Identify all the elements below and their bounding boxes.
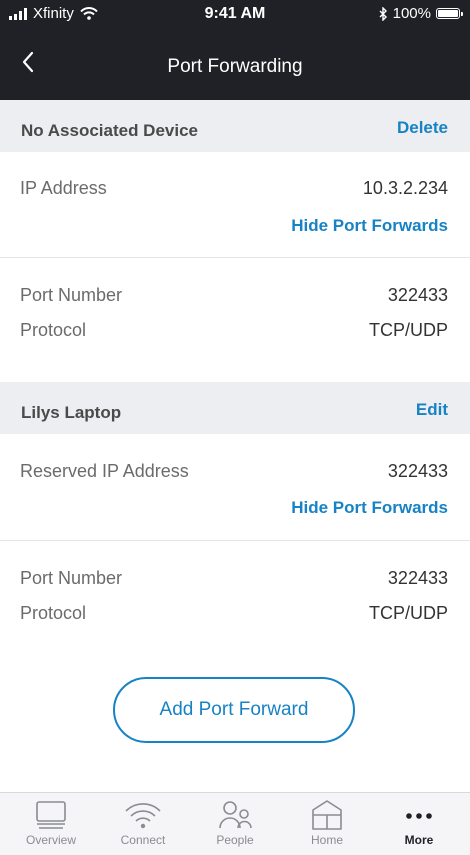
divider [0,257,470,258]
tab-bar: Overview Connect People Home More [0,792,470,855]
people-icon [217,799,253,831]
tab-label: Connect [120,833,166,847]
status-bar: Xfinity 9:41 AM 100% [0,0,470,28]
monitor-icon [34,799,68,831]
device-header: Lilys Laptop Edit [0,382,470,434]
more-icon [404,799,434,831]
reserved-ip-value: 322433 [387,461,448,481]
edit-button[interactable]: Edit [416,400,448,420]
protocol-label: Protocol [20,320,87,340]
battery-icon [436,8,463,19]
divider [0,540,470,541]
battery-group: 100% [379,5,463,22]
tab-label: Home [310,833,343,847]
protocol-label: Protocol [20,603,87,623]
ip-address-label: IP Address [20,178,107,198]
tab-label: More [404,833,434,847]
port-number-value: 322433 [387,568,448,588]
wifi-icon [124,799,162,831]
page-title: Port Forwarding [167,56,303,77]
hide-port-forwards-link[interactable]: Hide Port Forwards [291,216,448,236]
battery-percent: 100% [392,5,431,22]
port-number-label: Port Number [20,568,123,588]
protocol-value: TCP/UDP [368,603,448,623]
device-header: No Associated Device Delete [0,100,470,152]
bluetooth-icon [379,6,387,21]
protocol-value: TCP/UDP [368,320,448,340]
tab-home[interactable]: Home [280,793,374,855]
device-name: No Associated Device [21,121,198,140]
reserved-ip-label: Reserved IP Address [20,461,189,481]
port-number-label: Port Number [20,285,123,305]
tab-overview[interactable]: Overview [4,793,98,855]
hide-port-forwards-link[interactable]: Hide Port Forwards [291,498,448,518]
tab-label: People [216,833,254,847]
port-number-value: 322433 [387,285,448,305]
tab-connect[interactable]: Connect [96,793,190,855]
delete-button[interactable]: Delete [397,118,448,138]
add-port-forward-button[interactable]: Add Port Forward [113,677,355,743]
home-icon [310,799,344,831]
tab-more[interactable]: More [372,793,466,855]
tab-people[interactable]: People [188,793,282,855]
device-name: Lilys Laptop [21,403,122,422]
tab-label: Overview [25,833,76,847]
ip-address-value: 10.3.2.234 [362,178,448,198]
nav-bar: Port Forwarding [0,28,470,100]
